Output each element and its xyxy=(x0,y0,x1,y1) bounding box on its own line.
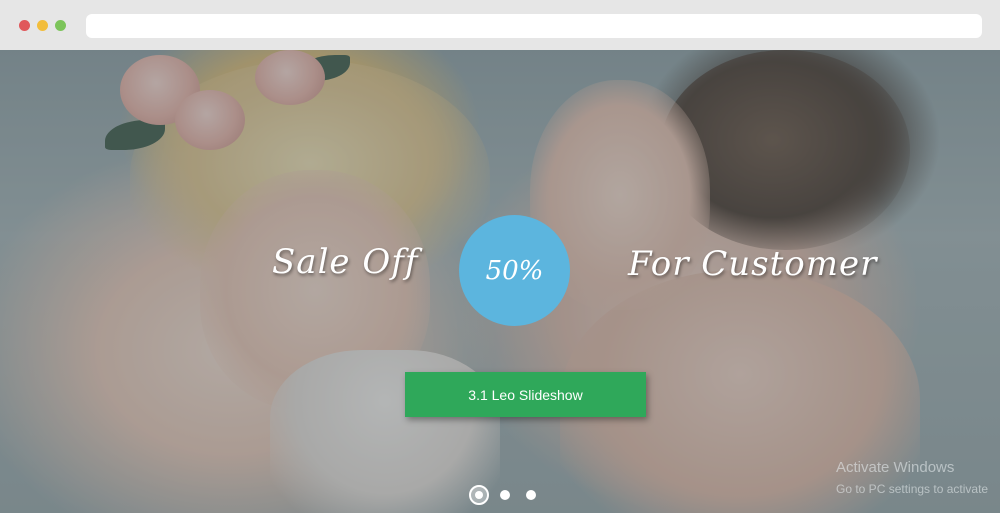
browser-window: Sale Off 50% For Customer 3.1 Leo Slides… xyxy=(0,0,1000,513)
maximize-window-dot[interactable] xyxy=(55,20,66,31)
activate-windows-title: Activate Windows xyxy=(836,459,955,476)
discount-badge: 50% xyxy=(459,215,570,326)
leo-slideshow-button[interactable]: 3.1 Leo Slideshow xyxy=(405,372,646,417)
minimize-window-dot[interactable] xyxy=(37,20,48,31)
pager-dot-2[interactable] xyxy=(500,490,510,500)
slide-caption-for-customer: For Customer xyxy=(628,244,878,284)
browser-titlebar xyxy=(0,0,1000,50)
slideshow: Sale Off 50% For Customer 3.1 Leo Slides… xyxy=(0,50,1000,513)
slide-caption-sale-off: Sale Off xyxy=(272,242,419,282)
close-window-dot[interactable] xyxy=(19,20,30,31)
discount-value: 50% xyxy=(485,255,544,286)
activate-windows-subtitle: Go to PC settings to activate xyxy=(836,482,989,496)
address-bar[interactable] xyxy=(86,14,982,38)
pager-dot-1[interactable] xyxy=(469,485,489,505)
slide-pager xyxy=(469,484,549,506)
pager-dot-3[interactable] xyxy=(526,490,536,500)
